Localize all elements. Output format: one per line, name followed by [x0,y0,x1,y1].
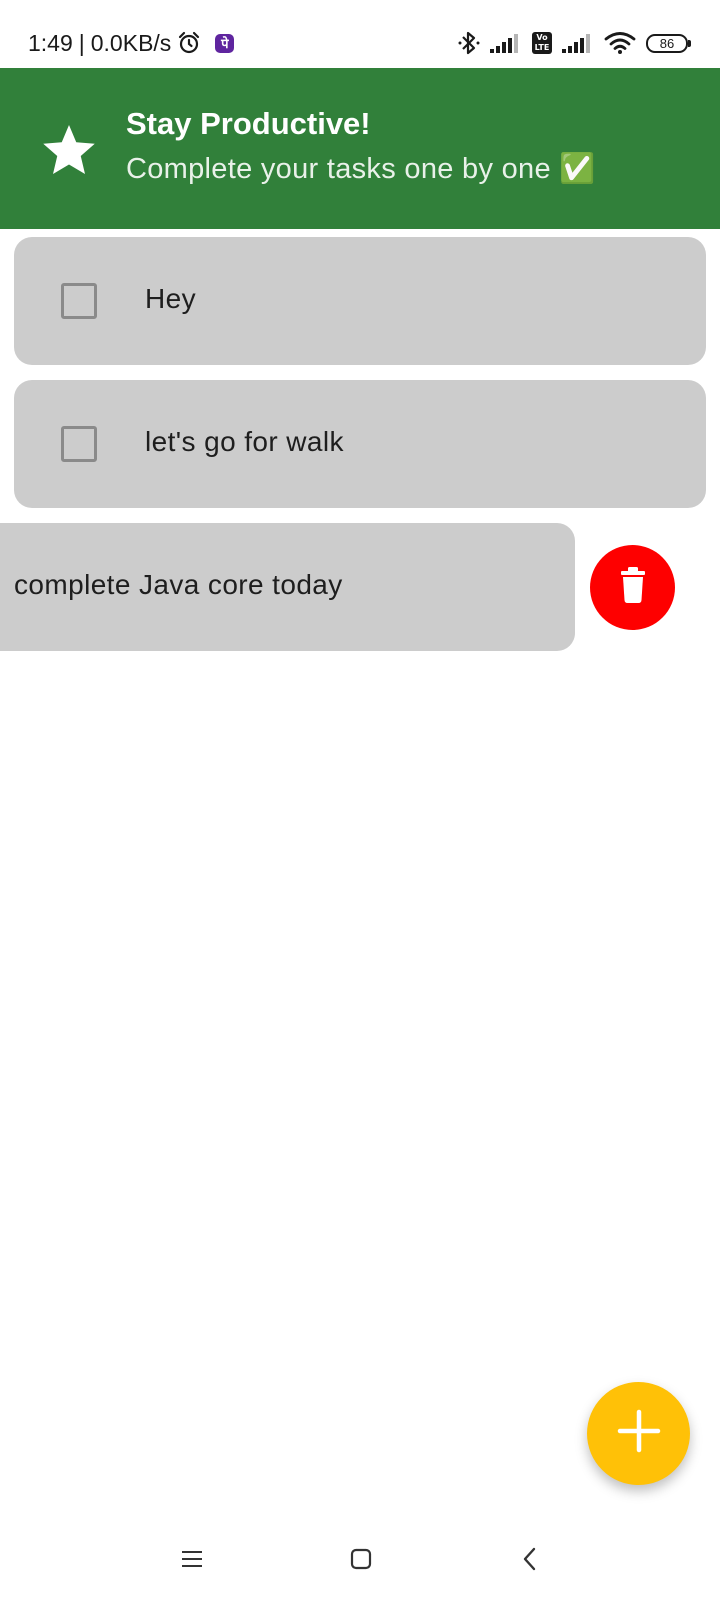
task-item-swiped[interactable]: complete Java core today [0,523,575,651]
alarm-icon [177,31,201,55]
task-text: let's go for walk [145,426,344,457]
network-speed: 0.0KB/s [90,30,172,56]
bluetooth-icon [458,30,480,56]
task-item[interactable]: let's go for walk [14,380,706,508]
phonepe-icon: पे [215,33,235,53]
volte-icon: Vo LTE [532,32,552,54]
page-subtitle: Complete your tasks one by one ✅ [126,153,596,185]
plus-icon [617,1409,661,1458]
task-item[interactable]: Hey [14,237,706,365]
signal-icon [490,32,522,54]
status-bar: 1:49 | 0.0KB/s पे Vo LTE 86 [0,0,720,68]
status-time: 1:49 [28,30,73,56]
app-screen: 1:49 | 0.0KB/s पे Vo LTE 86 Stay Product… [0,0,720,1600]
signal-icon [562,32,594,54]
system-nav-bar [0,1520,720,1600]
task-checkbox[interactable] [61,283,97,319]
home-icon[interactable] [336,1534,386,1584]
status-separator: | [78,30,85,56]
task-checkbox[interactable] [61,426,97,462]
menu-icon[interactable] [167,1534,217,1584]
page-title: Stay Productive! [126,106,371,141]
task-text: complete Java core today [14,569,343,600]
task-text: Hey [145,283,196,314]
delete-task-button[interactable] [590,545,675,630]
status-right: Vo LTE 86 [458,28,691,58]
star-icon [39,120,99,180]
status-left: 1:49 | 0.0KB/s पे [28,26,235,60]
app-header: Stay Productive! Complete your tasks one… [0,68,720,229]
add-task-button[interactable] [587,1382,690,1485]
wifi-icon [604,31,636,55]
back-icon[interactable] [505,1534,555,1584]
trash-icon [619,567,647,608]
battery-icon: 86 [646,33,691,53]
